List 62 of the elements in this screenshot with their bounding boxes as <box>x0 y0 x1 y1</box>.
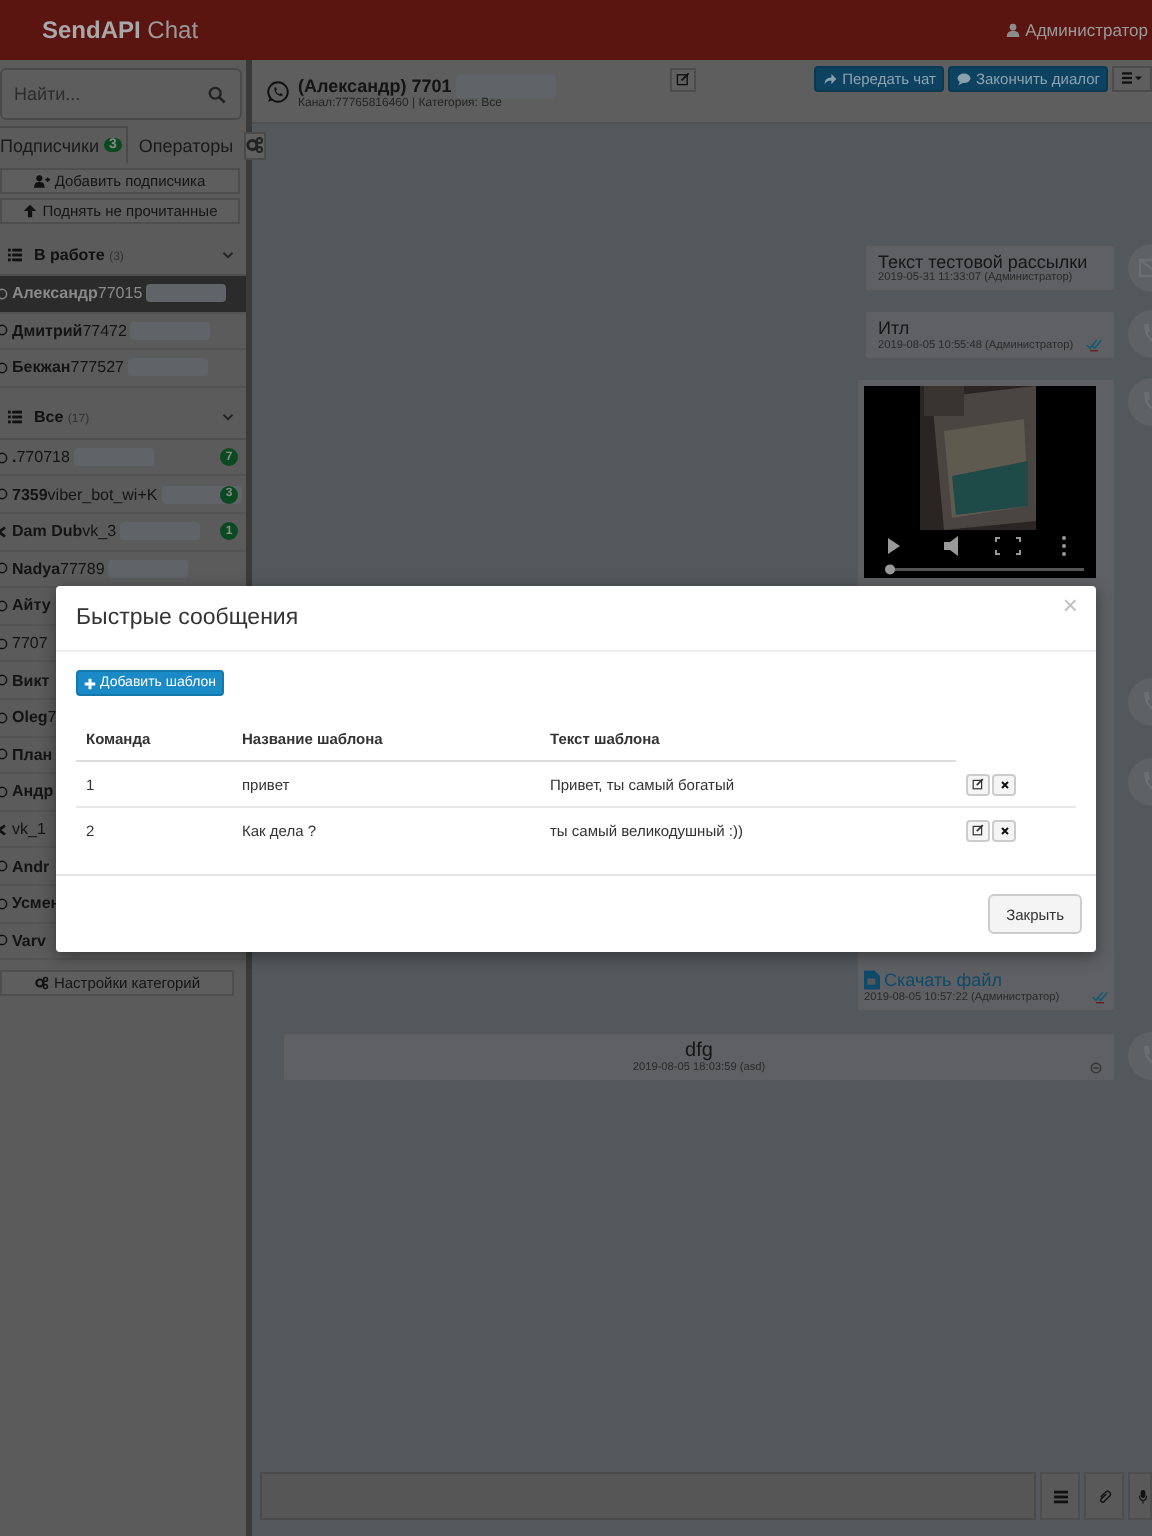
gears-icon <box>33 976 50 991</box>
contact-name: План <box>12 745 53 764</box>
contact-name: Дмитрий77472 <box>12 321 127 340</box>
minus-circle-icon <box>1090 1062 1102 1074</box>
contact-name: Александр77015 <box>12 284 143 303</box>
list-icon <box>1053 1489 1067 1503</box>
close-button[interactable]: × <box>1062 591 1078 617</box>
contact-name: vk_1 <box>12 820 46 839</box>
microphone-button[interactable] <box>1128 1472 1152 1520</box>
delete-button[interactable] <box>992 819 1016 841</box>
settings-button[interactable] <box>243 131 266 159</box>
plus-icon <box>84 677 96 689</box>
edit-icon <box>972 778 984 790</box>
video-controls[interactable] <box>864 530 1096 578</box>
delete-button[interactable] <box>992 773 1016 795</box>
contact-item[interactable]: Бекжан777527 <box>0 350 246 388</box>
close-icon <box>999 825 1009 835</box>
share-arrow-icon <box>822 71 839 85</box>
microphone-icon <box>1136 1489 1150 1503</box>
contact-name: Бекжан777527 <box>12 358 124 377</box>
attach-button[interactable] <box>1084 1472 1124 1520</box>
contact-name: Андр <box>12 782 54 801</box>
paperclip-icon <box>1097 1489 1111 1503</box>
phone-bubble-icon <box>266 79 290 103</box>
contact-name: Айту <box>12 596 51 615</box>
contact-name: Nadya77789 <box>12 559 105 578</box>
menu-button[interactable] <box>1112 65 1152 91</box>
contact-name: 7707 <box>12 634 48 653</box>
contact-name: .770718 <box>12 448 70 467</box>
dialog-title: Быстрые сообщения <box>76 606 299 630</box>
menu-icon <box>1122 72 1142 84</box>
contact-name: Dam Dubvk_3 <box>12 522 117 541</box>
user-menu[interactable]: Администратор <box>1005 20 1148 40</box>
arrow-up-icon <box>22 204 39 218</box>
message-text: Итл <box>878 318 912 338</box>
contact-name: Викт <box>12 671 50 690</box>
sidebar-tab[interactable]: Операторы <box>132 126 240 164</box>
close-icon <box>999 779 1009 789</box>
list-icon <box>8 247 22 261</box>
templates-button[interactable] <box>1040 1472 1080 1520</box>
contact-item[interactable]: Дмитрий77472 <box>0 313 246 351</box>
chevron-left-icon <box>0 525 8 538</box>
contact-name: Varv <box>12 931 46 950</box>
user-icon <box>1005 22 1020 38</box>
speech-bubble-icon <box>955 71 972 85</box>
chevron-left-icon <box>0 823 8 836</box>
list-icon <box>8 410 22 425</box>
edit-icon <box>972 824 984 836</box>
add-user-icon <box>34 174 51 188</box>
contact-item[interactable]: Александр77015 <box>0 276 246 314</box>
download-link[interactable]: Скачать файл <box>864 970 1108 990</box>
contact-title: (Александр) 7701 <box>298 75 452 95</box>
message-text: Текст тестовой рассылки <box>878 252 1090 272</box>
gears-icon <box>245 136 264 154</box>
file-icon <box>864 970 880 990</box>
contact-name: Oleg7 <box>12 708 57 727</box>
edit-icon <box>676 72 690 86</box>
search-icon <box>208 86 226 104</box>
contact-name: 7359viber_bot_wi+K <box>12 485 158 504</box>
contact-name: Andr <box>12 857 50 876</box>
brand-logo[interactable]: SendAPI Chat <box>42 16 199 44</box>
message-text: dfg <box>685 1040 713 1062</box>
